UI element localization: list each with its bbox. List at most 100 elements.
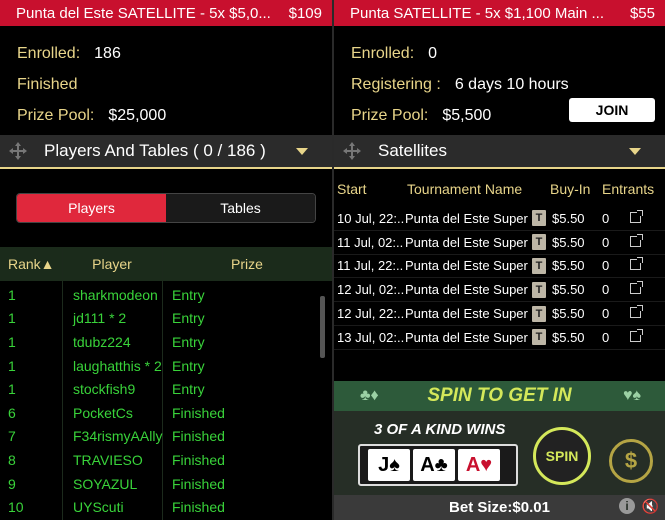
start-cell: 12 Jul, 02:... bbox=[337, 282, 404, 298]
player-prize-cell: Finished bbox=[172, 475, 225, 492]
table-row[interactable]: 1 laughatthis * 2 Entry bbox=[0, 354, 320, 378]
ticket-icon: T bbox=[532, 329, 546, 346]
table-row[interactable]: 6 PocketCs Finished bbox=[0, 401, 320, 425]
players-scrollbar[interactable] bbox=[320, 296, 325, 358]
entrants-cell: 0 bbox=[602, 234, 610, 250]
registering-label: Registering : bbox=[351, 75, 441, 93]
prize-pool-label: Prize Pool: bbox=[17, 106, 95, 124]
start-cell: 11 Jul, 22:... bbox=[337, 258, 404, 274]
tab-players[interactable]: Players bbox=[17, 194, 166, 222]
table-row[interactable]: 10 UYScuti Finished bbox=[0, 495, 320, 519]
tab-tables[interactable]: Tables bbox=[166, 194, 315, 222]
chevron-down-icon[interactable] bbox=[629, 147, 641, 155]
external-link-icon[interactable] bbox=[630, 233, 643, 247]
card-suits-icon: ♣♦ bbox=[360, 387, 379, 404]
registering-row: Registering : 6 days 10 hours bbox=[351, 69, 665, 100]
open-cell bbox=[630, 209, 665, 226]
spin-subtitle: 3 OF A KIND WINS bbox=[374, 421, 506, 438]
start-column-header[interactable]: Start bbox=[334, 181, 404, 197]
spin-button[interactable]: SPIN bbox=[533, 427, 591, 485]
external-link-icon[interactable] bbox=[630, 328, 643, 342]
ticket-cell: T bbox=[532, 234, 550, 251]
spin-title: SPIN TO GET IN bbox=[427, 385, 572, 406]
table-row[interactable]: 7 F34rismyAAlly Finished bbox=[0, 425, 320, 449]
buyin-column-header[interactable]: Buy-In bbox=[550, 181, 602, 197]
mute-icon[interactable]: 🔇 bbox=[642, 498, 659, 515]
table-row[interactable]: 9 SOYAZUL Finished bbox=[0, 472, 320, 496]
table-row[interactable]: 1 stockfish9 Entry bbox=[0, 377, 320, 401]
player-rank-cell: 9 bbox=[8, 475, 16, 492]
player-player-cell: PocketCs bbox=[73, 404, 133, 421]
players-tables-section-header[interactable]: Players And Tables ( 0 / 186 ) bbox=[0, 135, 332, 169]
tournament-lobby-left: Punta del Este SATELLITE - 5x $5,0... $1… bbox=[0, 0, 332, 520]
player-prize-cell: Entry bbox=[172, 310, 205, 327]
tournament-header-bar[interactable]: Punta del Este SATELLITE - 5x $5,0... $1… bbox=[0, 0, 332, 26]
buyin-cell: $5.50 bbox=[552, 306, 585, 322]
open-cell bbox=[630, 257, 665, 273]
info-icon[interactable]: i bbox=[619, 498, 635, 514]
registering-value: 6 days 10 hours bbox=[454, 75, 569, 93]
player-player-cell: laughatthis * 2 bbox=[73, 357, 162, 374]
playing-card: A ♥ bbox=[458, 449, 500, 481]
player-prize-cell: Entry bbox=[172, 286, 205, 303]
player-prize-cell: Finished bbox=[172, 428, 225, 445]
player-column-header[interactable]: Player bbox=[62, 256, 162, 272]
prize-pool-row: Prize Pool: $25,000 bbox=[17, 100, 332, 131]
chevron-down-icon[interactable] bbox=[296, 147, 308, 155]
coin-icon[interactable]: $ bbox=[609, 439, 653, 483]
player-player-cell: F34rismyAAlly bbox=[73, 428, 163, 445]
ticket-cell: T bbox=[532, 257, 550, 274]
open-cell bbox=[630, 233, 665, 250]
open-cell bbox=[630, 328, 665, 345]
buyin-cell: $5.50 bbox=[552, 329, 585, 345]
tournament-header-bar[interactable]: Punta SATELLITE - 5x $1,100 Main ... $55 bbox=[334, 0, 665, 26]
tournament-name-cell: Punta del Este Super ... bbox=[405, 282, 532, 298]
enrolled-value: 186 bbox=[94, 44, 121, 62]
external-link-icon[interactable] bbox=[630, 281, 643, 295]
entrants-cell: 0 bbox=[602, 282, 610, 298]
player-rank-cell: 1 bbox=[8, 357, 16, 374]
ticket-icon: T bbox=[532, 305, 546, 322]
player-player-cell: SOYAZUL bbox=[73, 475, 138, 492]
table-row[interactable]: 1 jd111 * 2 Entry bbox=[0, 307, 320, 331]
players-tables-toggle: Players Tables bbox=[16, 193, 316, 223]
rank-column-header[interactable]: Rank▲ bbox=[0, 256, 62, 272]
enrolled-label: Enrolled: bbox=[17, 44, 81, 62]
bet-size: Bet Size:$0.01 bbox=[334, 495, 665, 520]
satellite-row[interactable]: 13 Jul, 02:... Punta del Este Super ... T $… bbox=[334, 326, 665, 350]
player-rank-cell: 7 bbox=[8, 428, 16, 445]
table-row[interactable]: 8 TRAVIESO Finished bbox=[0, 448, 320, 472]
satellite-row[interactable]: 11 Jul, 22:... Punta del Este Super ... T $… bbox=[334, 255, 665, 279]
satellites-section-header[interactable]: Satellites bbox=[334, 135, 665, 169]
status-row: Finished bbox=[17, 69, 332, 100]
tournament-info: Enrolled: 186 Finished Prize Pool: $25,0… bbox=[0, 26, 332, 131]
ticket-cell: T bbox=[532, 305, 550, 322]
buyin-cell: $5.50 bbox=[552, 282, 585, 298]
entrants-column-header[interactable]: Entrants bbox=[602, 181, 665, 197]
buyin-cell: $5.50 bbox=[552, 234, 585, 250]
playing-card: A ♣ bbox=[413, 449, 455, 481]
external-link-icon[interactable] bbox=[630, 209, 643, 223]
external-link-icon[interactable] bbox=[630, 305, 643, 319]
prize-column-header[interactable]: Prize bbox=[162, 256, 332, 272]
entrants-cell: 0 bbox=[602, 329, 610, 345]
join-button[interactable]: JOIN bbox=[569, 98, 655, 122]
open-cell bbox=[630, 305, 665, 321]
satellite-row[interactable]: 12 Jul, 02:... Punta del Este Super ... T $… bbox=[334, 278, 665, 303]
player-prize-cell: Finished bbox=[172, 404, 225, 421]
satellite-row[interactable]: 11 Jul, 02:... Punta del Este Super ... T $… bbox=[334, 231, 665, 255]
satellite-row[interactable]: 10 Jul, 22:... Punta del Este Super ... T $… bbox=[334, 207, 665, 231]
player-rank-cell: 8 bbox=[8, 451, 16, 468]
name-column-header[interactable]: Tournament Name bbox=[404, 181, 550, 197]
satellite-row[interactable]: 12 Jul, 22:... Punta del Este Super ... T $… bbox=[334, 302, 665, 326]
move-icon[interactable] bbox=[342, 141, 362, 161]
prize-pool-value: $25,000 bbox=[108, 106, 167, 124]
table-row[interactable]: 1 sharkmodeon Entry bbox=[0, 283, 320, 307]
table-row[interactable]: 1 tdubz224 Entry bbox=[0, 330, 320, 354]
ticket-icon: T bbox=[532, 210, 546, 227]
move-icon[interactable] bbox=[8, 141, 28, 161]
ticket-icon: T bbox=[532, 257, 546, 274]
start-cell: 10 Jul, 22:... bbox=[337, 210, 404, 226]
external-link-icon[interactable] bbox=[630, 257, 643, 271]
spin-promo: ♣♦ SPIN TO GET IN ♥♠ 3 OF A KIND WINS J ♠… bbox=[334, 381, 665, 520]
